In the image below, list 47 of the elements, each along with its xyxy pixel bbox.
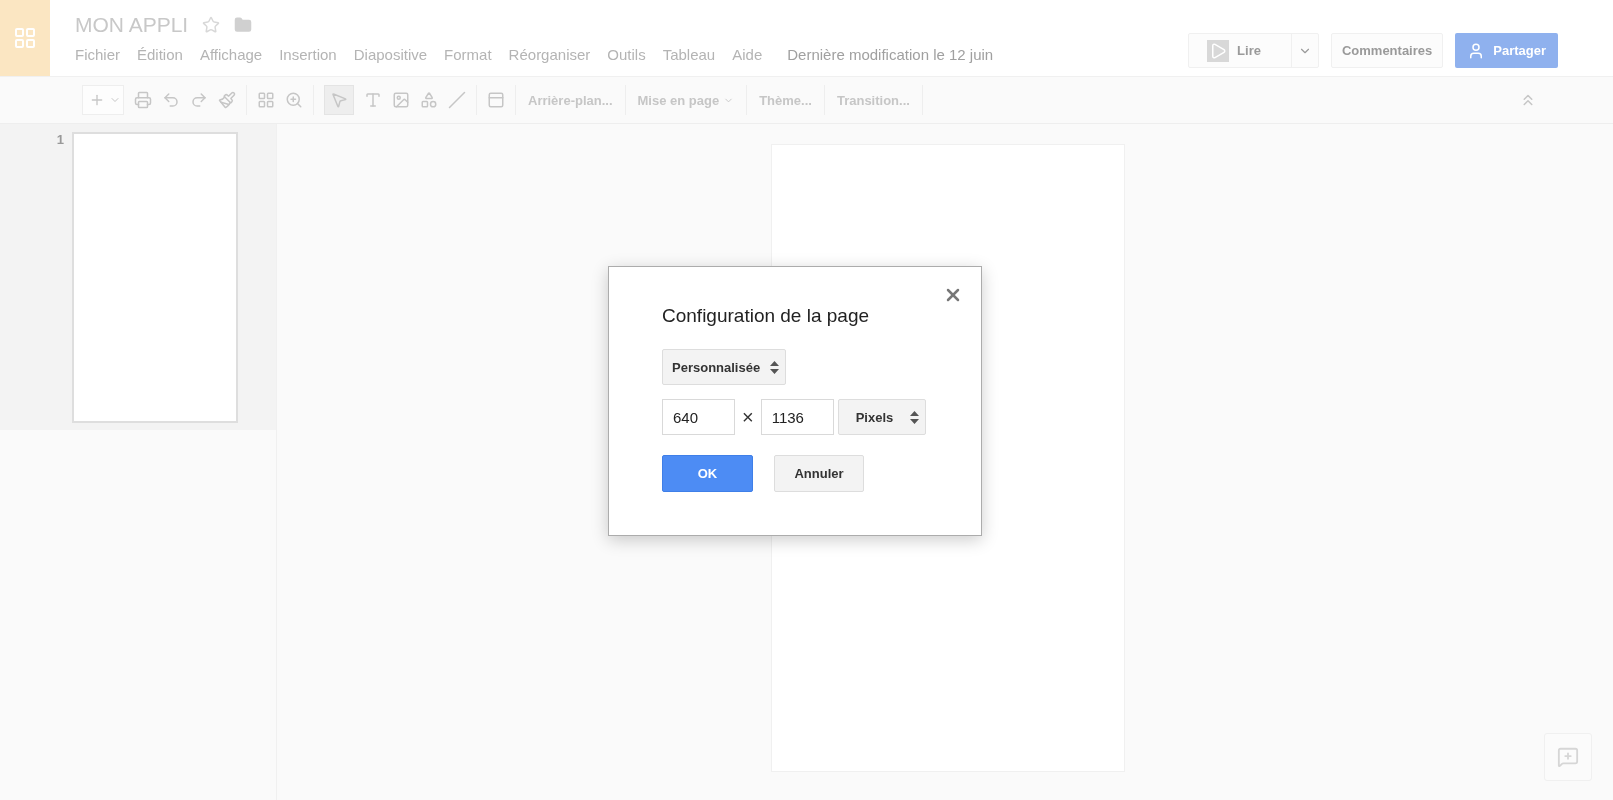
- pointer-icon: [330, 91, 348, 109]
- explore-button[interactable]: [1544, 733, 1592, 781]
- menu-item[interactable]: Tableau: [662, 46, 716, 63]
- line-icon[interactable]: [448, 91, 466, 109]
- last-modified-link[interactable]: Dernière modification le 12 juin: [787, 46, 994, 63]
- undo-icon[interactable]: [162, 91, 180, 109]
- paint-format-icon[interactable]: [218, 91, 236, 109]
- text-box-icon[interactable]: [364, 91, 382, 109]
- times-sign: ×: [741, 405, 755, 429]
- shape-icon[interactable]: [420, 91, 438, 109]
- star-icon[interactable]: [202, 16, 221, 34]
- preset-select[interactable]: Personnalisée: [662, 349, 786, 385]
- play-button[interactable]: Lire: [1188, 33, 1319, 68]
- height-field[interactable]: 1136: [760, 399, 834, 435]
- slide-thumbnail[interactable]: [72, 132, 238, 423]
- redo-icon[interactable]: [190, 91, 208, 109]
- dialog-title: Configuration de la page: [662, 305, 871, 327]
- folder-icon[interactable]: [234, 16, 253, 34]
- image-icon[interactable]: [392, 91, 410, 109]
- ok-button[interactable]: OK: [662, 455, 753, 492]
- menu-item[interactable]: Diapositive: [353, 46, 428, 63]
- slide-number: 1: [55, 132, 64, 149]
- menu-item[interactable]: Aide: [732, 46, 763, 63]
- menu-item[interactable]: Format: [444, 46, 492, 63]
- unit-select[interactable]: Pixels: [837, 399, 926, 435]
- width-field[interactable]: 640: [662, 399, 735, 435]
- menu-item[interactable]: Édition: [137, 46, 183, 63]
- menu-item[interactable]: Fichier: [75, 46, 120, 63]
- share-button[interactable]: Partager: [1455, 33, 1558, 68]
- menu-item[interactable]: Affichage: [199, 46, 263, 63]
- comments-button[interactable]: Commentaires: [1330, 33, 1444, 68]
- select-tool[interactable]: [324, 85, 354, 115]
- new-slide-button[interactable]: [82, 85, 124, 115]
- app-logo[interactable]: [0, 0, 50, 76]
- comment-plus-icon: [1557, 746, 1579, 768]
- play-icon: [1207, 39, 1230, 62]
- layout-icon[interactable]: [257, 91, 275, 109]
- updown-icon: [909, 410, 919, 424]
- menu-item[interactable]: Outils: [607, 46, 646, 63]
- updown-icon: [770, 360, 779, 374]
- menu-item[interactable]: Insertion: [279, 46, 337, 63]
- zoom-icon[interactable]: [285, 91, 303, 109]
- menu-item[interactable]: Réorganiser: [508, 46, 591, 63]
- plus-icon: [89, 92, 105, 108]
- print-icon[interactable]: [134, 91, 152, 109]
- cancel-button[interactable]: Annuler: [774, 455, 864, 492]
- slide-row[interactable]: 1: [0, 124, 276, 430]
